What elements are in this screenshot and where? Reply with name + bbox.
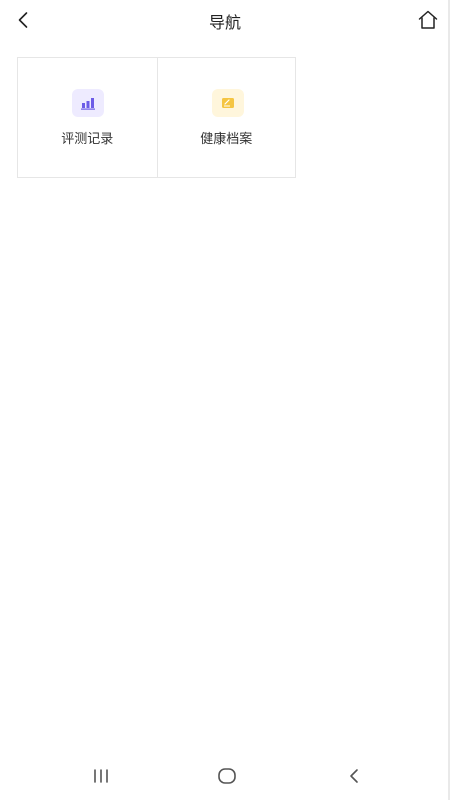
navigation-grid: 评测记录 健康档案 — [17, 57, 296, 178]
bar-chart-icon-tile — [72, 89, 104, 117]
system-back-button[interactable] — [334, 762, 374, 790]
home-icon — [418, 10, 438, 29]
nav-item-evaluation-records[interactable]: 评测记录 — [18, 58, 157, 177]
recent-apps-icon — [94, 769, 108, 783]
home-circle-icon — [218, 768, 236, 784]
system-navigation-bar — [0, 750, 450, 800]
system-home-button[interactable] — [207, 762, 247, 790]
page-title: 导航 — [208, 13, 241, 32]
document-icon — [221, 98, 234, 108]
recent-apps-button[interactable] — [81, 762, 121, 790]
home-button[interactable] — [414, 6, 442, 34]
back-chevron-icon — [350, 769, 358, 783]
top-bar: 导航 — [0, 0, 450, 40]
document-icon-tile — [211, 89, 244, 117]
nav-item-health-records[interactable]: 健康档案 — [156, 58, 296, 177]
nav-item-label: 评测记录 — [61, 132, 114, 147]
screen: 导航 评测记录 健康档案 — [0, 0, 450, 800]
bar-chart-icon — [81, 98, 95, 110]
nav-item-label: 健康档案 — [200, 132, 253, 147]
